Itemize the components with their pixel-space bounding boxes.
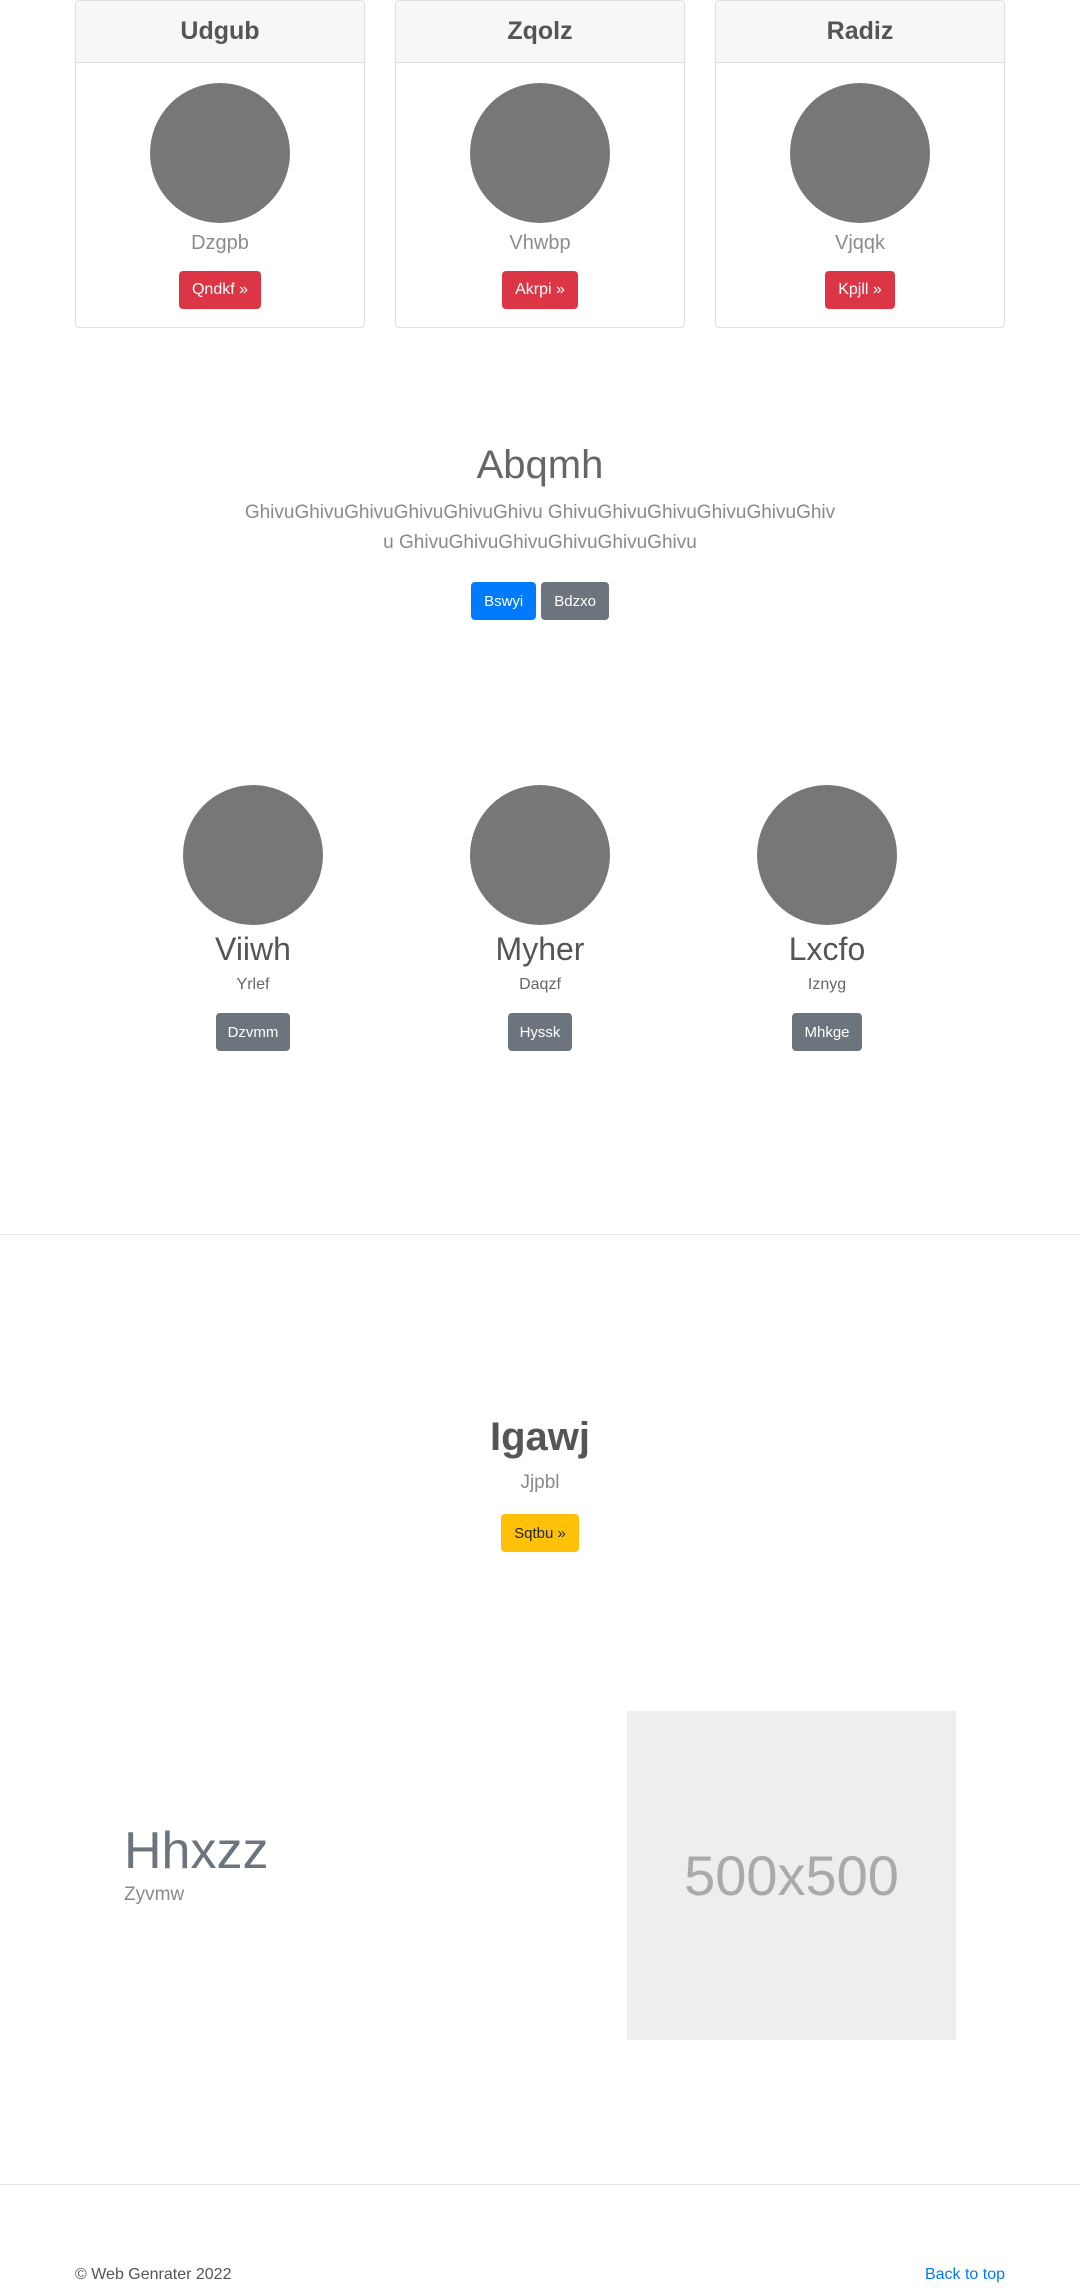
profile-viiwh: Viiwh Yrlef Dzvmm (128, 785, 378, 1051)
card-udgub: Udgub Dzgpb Qndkf » (75, 0, 365, 328)
hero-title: Abqmh (476, 443, 604, 487)
profile-subtitle: Iznyg (807, 976, 847, 993)
profile-name: Viiwh (215, 931, 291, 967)
hero-section: Abqmh GhivuGhivuGhivuGhivuGhivuGhivu Ghi… (0, 436, 1080, 620)
cta-title: Igawj (489, 1415, 591, 1459)
profile-name: Lxcfo (788, 931, 866, 967)
card-subtitle: Dzgpb (191, 232, 249, 254)
profile-name: Myher (495, 931, 585, 967)
placeholder-label: 500x500 (684, 1844, 899, 1907)
hero-secondary-button[interactable]: Bdzxo (541, 582, 609, 620)
profile-action-button[interactable]: Dzvmm (215, 1013, 291, 1051)
footer-divider (0, 2184, 1080, 2185)
card-title: Zqolz (396, 1, 684, 63)
cta-button[interactable]: Sqtbu » (501, 1514, 579, 1552)
profile-avatar (183, 785, 323, 925)
cta-subtitle: Jjpbl (520, 1472, 560, 1493)
feature-title: Hhxzz (124, 1822, 269, 1880)
card-title: Udgub (76, 1, 364, 63)
back-to-top-link[interactable]: Back to top (925, 2266, 1005, 2284)
profile-subtitle: Daqzf (519, 976, 561, 993)
card-action-button[interactable]: Qndkf » (178, 271, 262, 309)
card-radiz: Radiz Vjqqk Kpjll » (715, 0, 1005, 328)
placeholder-image: 500x500 (627, 1711, 956, 2040)
card-avatar (470, 83, 610, 223)
profile-myher: Myher Daqzf Hyssk (415, 785, 665, 1051)
profile-action-button[interactable]: Hyssk (507, 1013, 573, 1051)
footer-copyright: © Web Genrater 2022 (75, 2266, 232, 2283)
profile-subtitle: Yrlef (236, 976, 270, 993)
feature-text-block: Hhxzz Zyvmw (124, 1820, 268, 1906)
hero-button-group: Bswyi Bdzxo (0, 582, 1080, 620)
section-divider (0, 1234, 1080, 1235)
profile-action-button[interactable]: Mhkge (792, 1013, 862, 1051)
hero-text: GhivuGhivuGhivuGhivuGhivuGhivu GhivuGhiv… (244, 502, 836, 553)
feature-subtitle: Zyvmw (124, 1884, 185, 1905)
card-title: Radiz (716, 1, 1004, 63)
profile-lxcfo: Lxcfo Iznyg Mhkge (702, 785, 952, 1051)
profiles-section: Viiwh Yrlef Dzvmm Myher Daqzf Hyssk Lxcf… (0, 785, 1080, 1055)
card-subtitle: Vjqqk (834, 232, 886, 254)
card-action-button[interactable]: Kpjll » (825, 271, 895, 309)
card-avatar (790, 83, 930, 223)
cta-section: Igawj Jjpbl Sqtbu » (0, 1410, 1080, 1552)
card-row: Udgub Dzgpb Qndkf » Zqolz Vhwbp Akrpi » … (75, 0, 1005, 328)
profile-avatar (757, 785, 897, 925)
profile-avatar (470, 785, 610, 925)
card-subtitle: Vhwbp (509, 232, 571, 254)
card-zqolz: Zqolz Vhwbp Akrpi » (395, 0, 685, 328)
card-avatar (150, 83, 290, 223)
card-action-button[interactable]: Akrpi » (502, 271, 578, 309)
hero-primary-button[interactable]: Bswyi (471, 582, 537, 620)
